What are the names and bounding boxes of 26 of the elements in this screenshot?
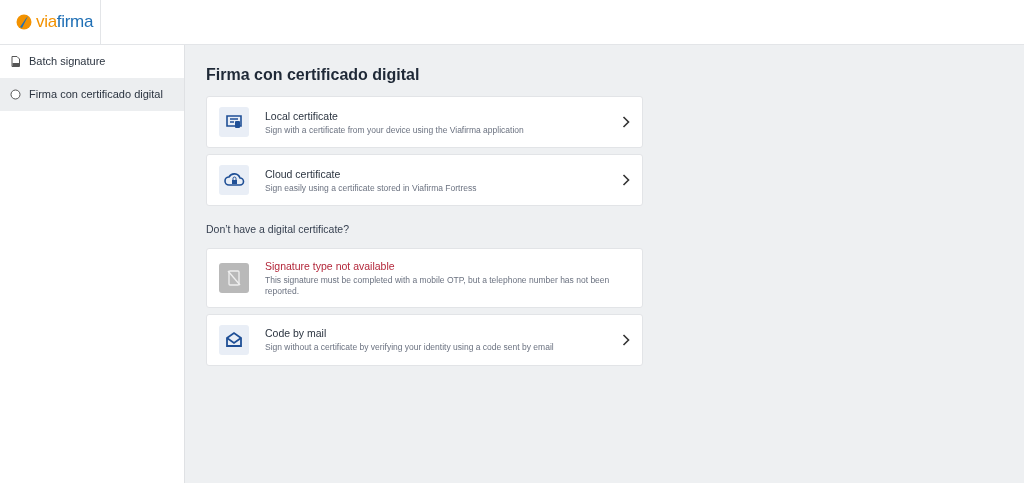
- logo-text: viafirma: [36, 11, 94, 34]
- option-card[interactable]: Cloud certificate Sign easily using a certificate stored in Viafirma Fortress: [206, 154, 643, 207]
- page-title: Firma con certificado digital: [206, 65, 421, 85]
- option-description: Sign with a certificate from your device using the Viafirma application: [265, 124, 525, 136]
- document-icon: [10, 56, 21, 67]
- option-title: Cloud certificate: [265, 166, 342, 182]
- chevron-right-icon: [622, 116, 630, 129]
- chevron-right-icon: [622, 333, 630, 346]
- option-card[interactable]: Local certificate Sign with a certificate from your device using the Viafirma application: [206, 96, 643, 149]
- option-title: Local certificate: [265, 108, 339, 124]
- sidebar-step[interactable]: Firma con certificado digital: [0, 78, 184, 111]
- certificate-icon: [219, 107, 249, 138]
- circle-icon: [10, 89, 21, 100]
- cloud-lock-icon: [219, 165, 249, 196]
- option-description: This signature must be completed with a mobile OTP, but a telephone number has not been reported.: [265, 274, 611, 297]
- option-title: Code by mail: [265, 326, 328, 342]
- unavailable-phone-icon: [219, 262, 249, 293]
- option-description: Sign easily using a certificate stored in Viafirma Fortress: [265, 182, 478, 194]
- logo-icon: [16, 14, 32, 30]
- option-card[interactable]: Code by mail Sign without a certificate by verifying your identity using a code sent by email: [206, 313, 643, 366]
- envelope-icon: [219, 324, 249, 355]
- option-description: Sign without a certificate by verifying your identity using a code sent by email: [265, 342, 555, 354]
- option-title: Signature type not available: [265, 258, 396, 274]
- section-heading: Don’t have a digital certificate?: [206, 222, 350, 238]
- sidebar-step[interactable]: Batch signature: [0, 45, 184, 78]
- chevron-right-icon: [622, 174, 630, 187]
